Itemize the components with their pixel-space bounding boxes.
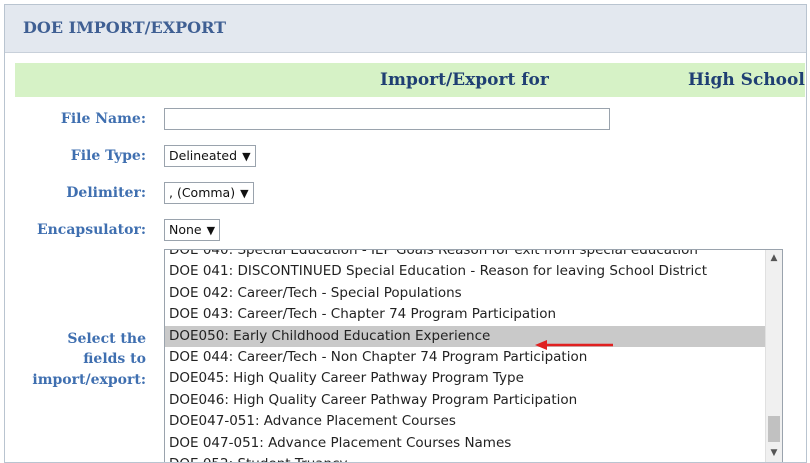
listbox-scrollbar[interactable]: ▲ ▼: [765, 250, 782, 462]
encapsulator-label: Encapsulator:: [36, 222, 146, 238]
list-item[interactable]: DOE 042: Career/Tech - Special Populatio…: [165, 283, 765, 304]
fields-label-line2: fields to: [83, 351, 146, 367]
scroll-down-icon[interactable]: ▼: [766, 445, 782, 462]
fields-label-line3: import/export:: [32, 372, 146, 388]
delimiter-label: Delimiter:: [66, 185, 146, 201]
panel-header: DOE IMPORT/EXPORT: [5, 5, 806, 53]
delimiter-value: , (Comma): [169, 185, 236, 200]
encapsulator-select[interactable]: None ▼: [164, 219, 221, 241]
list-item[interactable]: DOE 044: Career/Tech - Non Chapter 74 Pr…: [165, 347, 765, 368]
file-name-label: File Name:: [60, 111, 146, 127]
list-item[interactable]: DOE046: High Quality Career Pathway Prog…: [165, 390, 765, 411]
list-item[interactable]: DOE 043: Career/Tech - Chapter 74 Progra…: [165, 304, 765, 325]
file-type-label: File Type:: [70, 148, 146, 164]
panel-title: DOE IMPORT/EXPORT: [23, 18, 227, 37]
doe-import-export-panel: DOE IMPORT/EXPORT Import/Export for High…: [4, 4, 807, 463]
delimiter-select[interactable]: , (Comma) ▼: [164, 182, 254, 204]
fields-list: DOE 040: Special Education - IEP Goals R…: [165, 250, 765, 462]
encapsulator-value: None: [169, 222, 202, 237]
file-type-select[interactable]: Delineated ▼: [164, 145, 256, 167]
red-arrow-icon: [535, 340, 613, 350]
banner-school: High School: [688, 70, 805, 90]
list-item[interactable]: DOE 047-051: Advance Placement Courses N…: [165, 433, 765, 454]
list-item[interactable]: DOE047-051: Advance Placement Courses: [165, 411, 765, 432]
file-type-value: Delineated: [169, 148, 238, 163]
scroll-up-icon[interactable]: ▲: [766, 250, 782, 267]
chevron-down-icon: ▼: [240, 187, 249, 200]
list-item-selected[interactable]: DOE050: Early Childhood Education Experi…: [165, 325, 765, 347]
banner-prefix: Import/Export for: [380, 70, 549, 90]
import-export-banner: Import/Export for High School: [15, 63, 805, 97]
scrollbar-thumb[interactable]: [768, 416, 780, 442]
list-item[interactable]: DOE045: High Quality Career Pathway Prog…: [165, 368, 765, 389]
chevron-down-icon: ▼: [206, 224, 216, 237]
file-name-input[interactable]: [164, 108, 610, 130]
chevron-down-icon: ▼: [242, 150, 251, 163]
fields-label-line1: Select the: [67, 331, 146, 347]
list-item[interactable]: DOE 052: Student Truancy: [165, 454, 765, 462]
fields-listbox[interactable]: DOE 040: Special Education - IEP Goals R…: [164, 249, 783, 462]
list-item[interactable]: DOE 041: DISCONTINUED Special Education …: [165, 261, 765, 282]
list-item[interactable]: DOE 040: Special Education - IEP Goals R…: [165, 250, 765, 261]
